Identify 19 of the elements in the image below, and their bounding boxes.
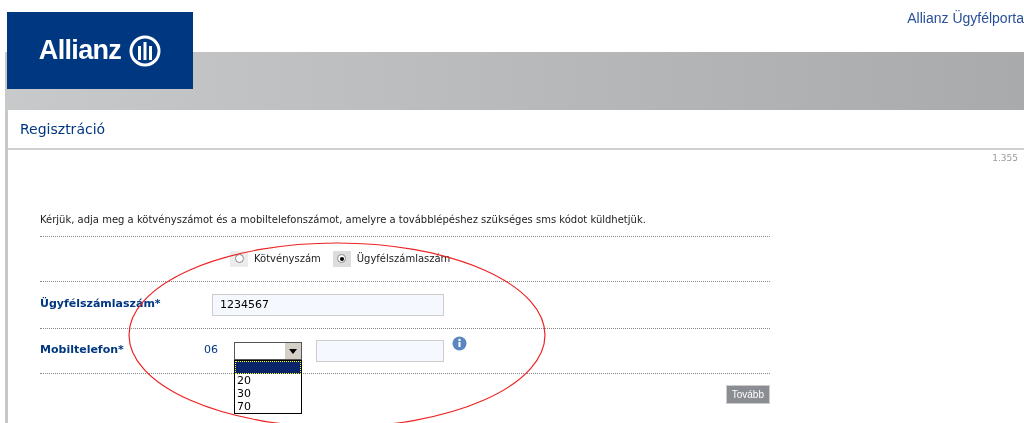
radio-button[interactable] (234, 254, 244, 263)
input-field[interactable]: 1234567 (212, 293, 444, 316)
highlighted-option[interactable] (235, 360, 301, 374)
prefix-label: 06 (204, 342, 219, 359)
allianz-logo: Allianz (7, 12, 193, 89)
radio-label: Kötvényszám (254, 252, 321, 266)
dropdown-option[interactable]: 70 (235, 399, 301, 413)
radio-button[interactable] (337, 254, 347, 263)
field-label: Mobiltelefon* (40, 342, 125, 359)
panel-title: Regisztráció (20, 119, 106, 139)
version-label: 1.355 (992, 152, 1018, 165)
dropdown-option[interactable]: 20 (235, 373, 301, 387)
radio-label: Ügyfélszámlaszám (356, 251, 451, 266)
portal-title: Allianz Ügyfélporta (907, 9, 1024, 28)
info-icon (452, 336, 467, 351)
dropdown-option[interactable]: 30 (235, 386, 301, 400)
dropdown[interactable] (234, 341, 302, 360)
input-field[interactable] (316, 339, 444, 362)
instruction-text: Kérjük, adja meg a kötvényszámot és a mobiltelefonszámot, amelyre a továbblépéshez szükséges sms kódot küldhetjük. (40, 213, 646, 225)
